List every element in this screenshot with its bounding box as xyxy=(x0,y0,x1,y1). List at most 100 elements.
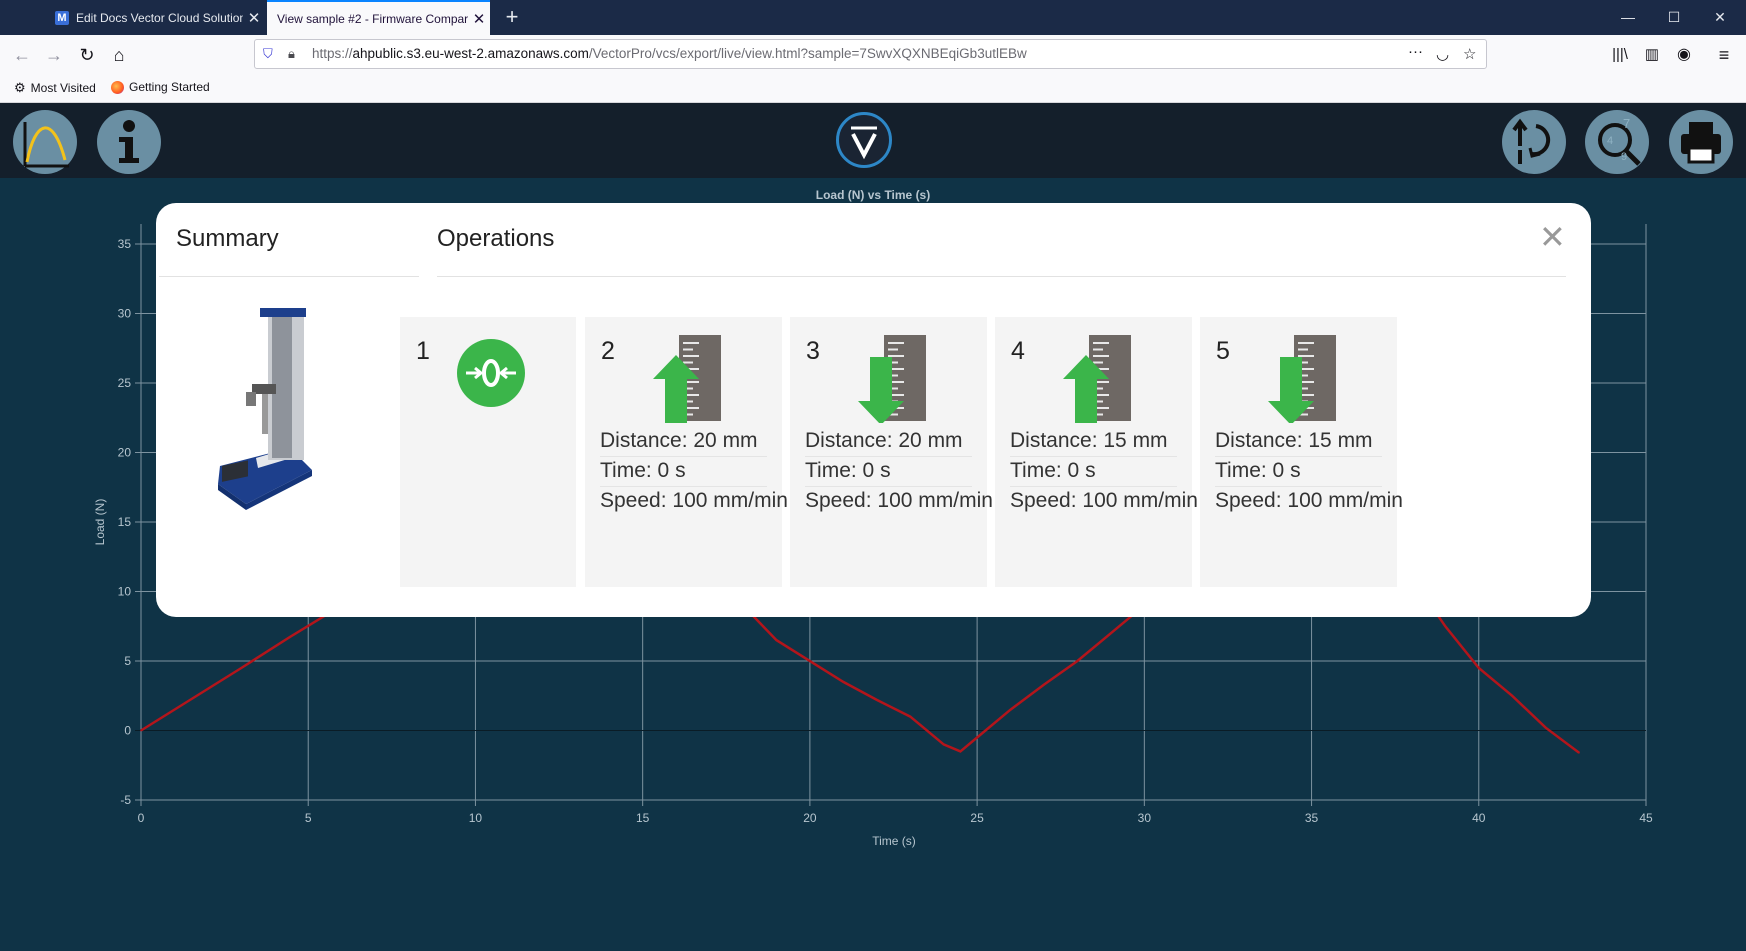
window-close-icon[interactable]: ✕ xyxy=(1697,0,1743,35)
y-tick-label: 20 xyxy=(118,446,132,460)
pocket-icon[interactable]: ◡ xyxy=(1436,45,1449,63)
operation-number: 1 xyxy=(416,337,430,365)
x-tick-label: 5 xyxy=(305,811,312,825)
graph-icon xyxy=(23,122,69,168)
y-tick-label: -5 xyxy=(120,793,131,807)
y-tick-label: 25 xyxy=(118,376,132,390)
zero-load-icon xyxy=(457,339,525,407)
summary-title: Summary xyxy=(176,225,279,252)
svg-text:4: 4 xyxy=(1607,135,1613,147)
operation-detail-line: Speed: 100 mm/min xyxy=(600,489,788,512)
browser-tab-bar: M Edit Docs Vector Cloud Solution ✕ View… xyxy=(0,0,1746,35)
x-tick-label: 0 xyxy=(138,811,145,825)
operations-title: Operations xyxy=(437,225,555,252)
operation-card[interactable]: 3 Distance: 20 mm Time: 0 s Speed: 100 mm/m… xyxy=(790,317,993,587)
new-tab-plus-icon[interactable]: + xyxy=(498,3,526,31)
svg-text:7: 7 xyxy=(1623,116,1630,131)
tracking-shield-icon[interactable]: ⛉ xyxy=(263,46,273,62)
operation-details: Distance: 20 mm Time: 0 s Speed: 100 mm/mi… xyxy=(805,427,993,516)
vector-logo-icon xyxy=(836,112,892,168)
y-axis-label: Load (N) xyxy=(93,499,107,546)
x-tick-label: 25 xyxy=(970,811,984,825)
sidebar-icon[interactable]: ▥ xyxy=(1636,39,1668,71)
data-point xyxy=(1009,708,1012,711)
printer-icon xyxy=(1681,122,1721,164)
data-point xyxy=(942,743,945,746)
bookmark-getting-started[interactable]: Getting Started xyxy=(111,80,210,94)
operation-detail-line: Speed: 100 mm/min xyxy=(805,489,993,512)
url-text[interactable]: https://ahpublic.s3.eu-west-2.amazonaws.… xyxy=(312,46,1027,61)
operation-card[interactable]: 1 xyxy=(400,317,576,587)
bookmark-label: Most Visited xyxy=(30,81,96,95)
data-point xyxy=(1578,751,1580,754)
data-point xyxy=(140,729,142,732)
home-icon[interactable]: ⌂ xyxy=(103,39,135,71)
library-icon[interactable]: |||\ xyxy=(1604,39,1636,71)
operation-number: 3 xyxy=(806,337,820,365)
data-point xyxy=(959,750,962,753)
ruler-up-icon xyxy=(1063,335,1131,423)
operation-number: 4 xyxy=(1011,337,1025,365)
operation-detail-line: Distance: 20 mm xyxy=(805,427,972,457)
operation-details: Distance: 15 mm Time: 0 s Speed: 100 mm/mi… xyxy=(1010,427,1198,516)
app-header: 7 4 9 xyxy=(0,103,1746,178)
url-scheme: https:// xyxy=(312,46,353,61)
operation-detail-line: Time: 0 s xyxy=(805,457,972,487)
data-point xyxy=(1544,726,1547,729)
print-button[interactable] xyxy=(1669,110,1733,174)
x-axis-label: Time (s) xyxy=(872,834,916,848)
tab-title: View sample #2 - Firmware Compar xyxy=(277,11,468,26)
measure-button[interactable]: 7 4 9 xyxy=(1585,110,1649,174)
bookmarks-bar: ⚙ Most Visited Getting Started xyxy=(0,75,1746,103)
tab-title: Edit Docs Vector Cloud Solution xyxy=(76,10,243,25)
gear-icon: ⚙ xyxy=(14,80,26,95)
page-actions-icon[interactable]: ··· xyxy=(1408,43,1423,60)
ruler-up-icon xyxy=(653,335,721,423)
data-point xyxy=(1110,632,1112,634)
back-arrow-icon[interactable]: ← xyxy=(6,39,38,71)
y-tick-label: 15 xyxy=(118,515,132,529)
window-minimize-icon[interactable]: — xyxy=(1605,0,1651,35)
x-tick-label: 10 xyxy=(469,811,483,825)
operation-card[interactable]: 2 Distance: 20 mm Time: 0 s Speed: 100 mm/m… xyxy=(585,317,788,587)
browser-tab-view-sample[interactable]: View sample #2 - Firmware Compar ✕ xyxy=(267,0,490,35)
operation-detail-line: Distance: 15 mm xyxy=(1215,427,1382,457)
window-maximize-icon[interactable]: ☐ xyxy=(1651,0,1697,35)
close-icon[interactable]: ✕ xyxy=(1539,221,1566,253)
tab-close-icon[interactable]: ✕ xyxy=(468,10,490,28)
data-point xyxy=(976,736,978,739)
forward-arrow-icon[interactable]: → xyxy=(38,39,70,71)
bookmark-star-icon[interactable]: ☆ xyxy=(1463,45,1476,63)
operation-detail-line: Time: 0 s xyxy=(1215,457,1382,487)
browser-tab-edit-docs[interactable]: M Edit Docs Vector Cloud Solution ✕ xyxy=(45,0,265,35)
operation-detail-line: Distance: 20 mm xyxy=(600,427,767,457)
data-point xyxy=(1076,660,1079,662)
data-point xyxy=(1043,683,1045,686)
tab-close-icon[interactable]: ✕ xyxy=(243,9,265,27)
x-tick-label: 20 xyxy=(803,811,817,825)
info-icon xyxy=(119,120,139,163)
x-tick-label: 35 xyxy=(1305,811,1319,825)
url-path: /VectorPro/vcs/export/live/view.html?sam… xyxy=(588,46,1027,61)
menu-icon[interactable]: ≡ xyxy=(1708,39,1740,71)
data-point xyxy=(875,699,878,701)
operation-card[interactable]: 4 Distance: 15 mm Time: 0 s Speed: 100 mm/m… xyxy=(995,317,1198,587)
compare-icon xyxy=(1512,118,1551,164)
svg-text:9: 9 xyxy=(1621,151,1627,163)
lock-icon[interactable]: 🔒︎ xyxy=(288,46,295,62)
bookmark-most-visited[interactable]: ⚙ Most Visited xyxy=(14,80,96,96)
x-tick-label: 40 xyxy=(1472,811,1486,825)
reload-icon[interactable]: ↻ xyxy=(71,39,103,71)
operation-details: Distance: 15 mm Time: 0 s Speed: 100 mm/mi… xyxy=(1215,427,1403,516)
data-point xyxy=(1477,667,1480,669)
x-tick-label: 45 xyxy=(1639,811,1653,825)
operation-card[interactable]: 5 Distance: 15 mm Time: 0 s Speed: 100 mm/m… xyxy=(1200,317,1403,587)
compare-button[interactable] xyxy=(1502,110,1566,174)
address-bar[interactable]: ⛉ 🔒︎ https://ahpublic.s3.eu-west-2.amazo… xyxy=(254,39,1487,69)
x-tick-label: 30 xyxy=(1138,811,1152,825)
x-tick-label: 15 xyxy=(636,811,650,825)
account-icon[interactable]: ◉ xyxy=(1668,39,1700,71)
graph-button[interactable] xyxy=(13,110,77,174)
bookmark-label: Getting Started xyxy=(129,80,210,94)
info-button[interactable] xyxy=(97,110,161,174)
